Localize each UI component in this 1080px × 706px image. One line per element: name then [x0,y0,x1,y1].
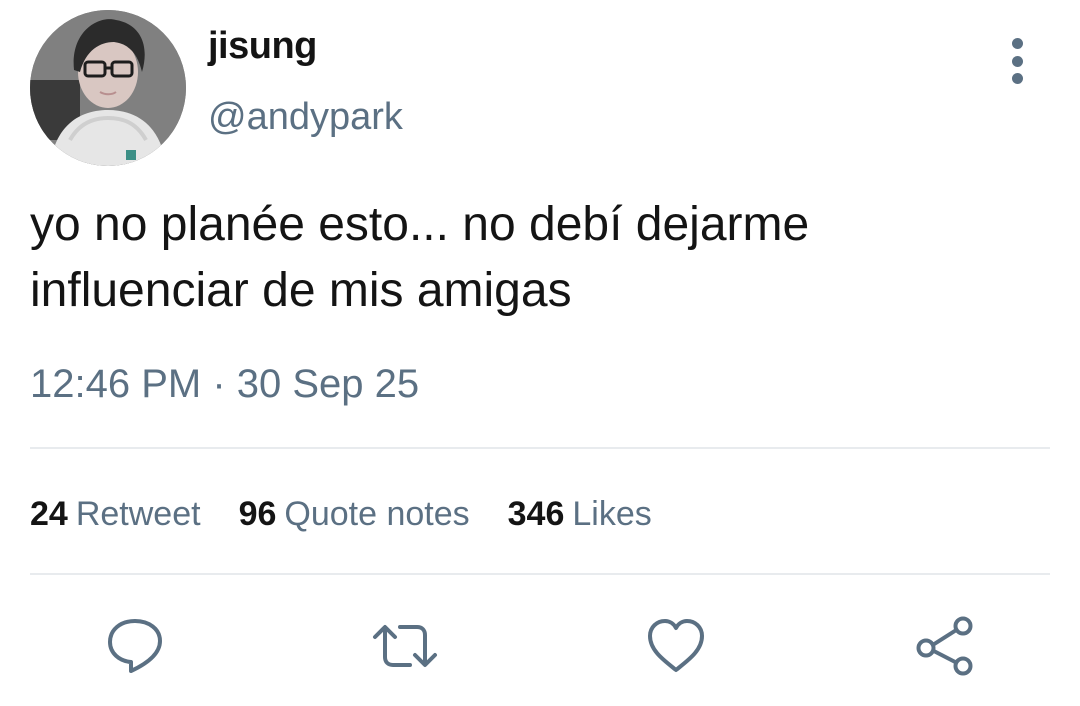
stat-label: Retweet [75,494,201,533]
divider [30,447,1050,449]
stat-number: 346 [507,494,565,533]
avatar[interactable] [30,10,186,166]
display-name[interactable]: jisung [208,25,317,68]
retweet-button[interactable] [370,615,440,682]
tweet-text: yo no planée esto... no debí dejarme inf… [30,192,1050,324]
tweet-text-line: yo no planée esto... no debí dejarme [30,198,810,251]
share-button[interactable] [915,615,977,682]
reply-icon [108,619,162,673]
menu-dot [1011,73,1023,84]
user-handle[interactable]: @andypark [208,96,403,139]
more-vertical-icon[interactable] [1004,38,1030,84]
divider [30,573,1050,575]
retweet-count[interactable]: 24 Retweet [30,495,201,534]
stat-number: 96 [238,494,277,533]
tweet-timestamp: 12:46 PM · 30 Sep 25 [30,362,420,406]
retweet-icon [373,625,437,667]
tweet-text-line: influenciar de mis amigas [30,264,572,317]
quote-count[interactable]: 96 Quote notes [239,495,470,534]
like-icon [648,619,704,672]
stat-label: Quote notes [284,494,470,533]
stat-number: 24 [30,494,68,533]
stat-label: Likes [572,494,652,533]
tweet-stats: 24 Retweet 96 Quote notes 346 Likes [30,492,690,536]
like-button[interactable] [645,615,707,682]
profile-photo [30,10,186,166]
menu-dot [1011,55,1023,67]
menu-dot [1011,38,1023,49]
reply-button[interactable] [104,615,166,682]
likes-count[interactable]: 346 Likes [508,495,652,534]
share-icon [916,616,973,676]
